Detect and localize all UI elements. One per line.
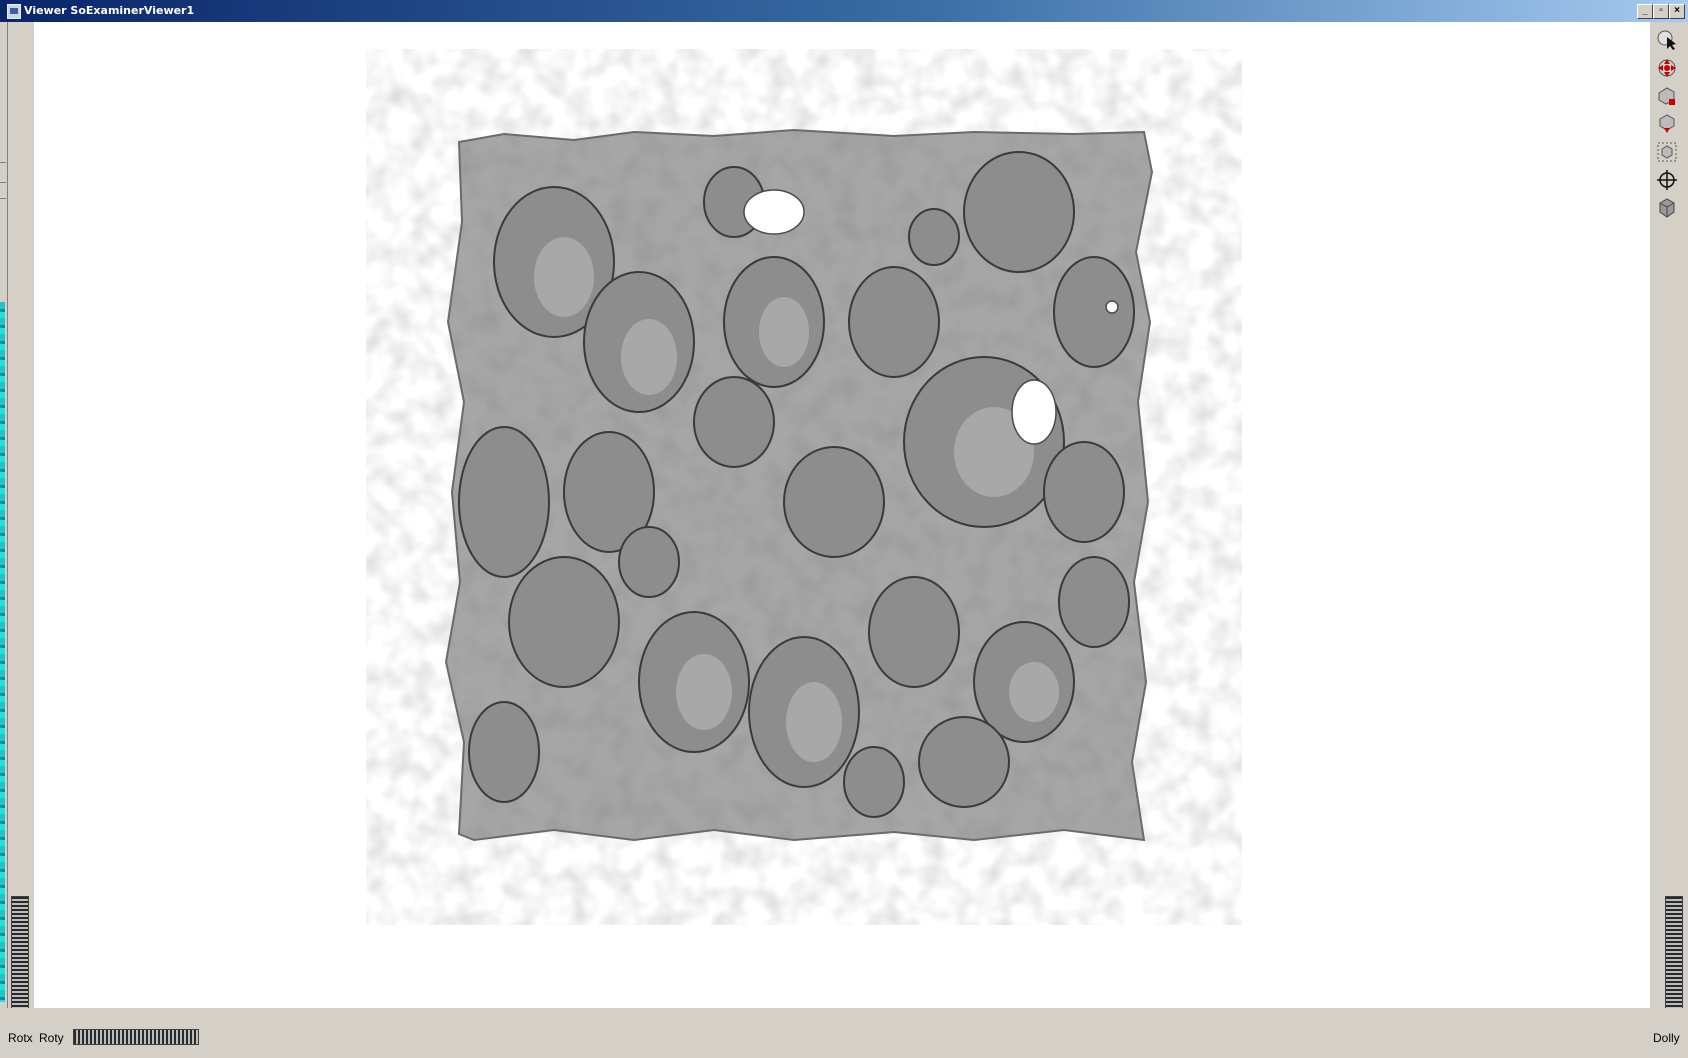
porous-surface-render [439, 122, 1169, 852]
edge-tick [0, 162, 6, 163]
render-viewport[interactable] [34, 22, 1650, 1008]
view-all-icon[interactable] [1654, 140, 1680, 164]
window-title: Viewer SoExaminerViewer1 [24, 4, 195, 17]
rotx-thumbwheel[interactable] [11, 896, 29, 1022]
app-icon [7, 4, 21, 19]
dolly-thumbwheel[interactable] [1665, 896, 1683, 1022]
title-bar: Viewer SoExaminerViewer1 _ ▫ × [0, 0, 1688, 22]
camera-icon[interactable] [1654, 196, 1680, 220]
edge-tick [0, 182, 6, 183]
close-button[interactable]: × [1669, 4, 1685, 19]
minimize-button[interactable]: _ [1637, 4, 1653, 19]
set-home-icon[interactable] [1654, 112, 1680, 136]
roty-thumbwheel[interactable] [73, 1029, 199, 1045]
background-window-sliver [0, 302, 5, 1002]
viewer-window: Viewer SoExaminerViewer1 _ ▫ × Rotx Roty… [0, 0, 1688, 1058]
bottom-bar [0, 1008, 1688, 1058]
left-decoration-panel [0, 22, 34, 1058]
dolly-label: Dolly [1653, 1031, 1680, 1045]
seek-icon[interactable] [1654, 168, 1680, 192]
rotx-label: Rotx [8, 1031, 33, 1045]
roty-label: Roty [39, 1031, 64, 1045]
home-icon[interactable] [1654, 84, 1680, 108]
restore-button[interactable]: ▫ [1653, 4, 1669, 19]
view-hand-icon[interactable] [1654, 56, 1680, 80]
edge-tick [0, 198, 6, 199]
pick-arrow-icon[interactable] [1654, 28, 1680, 52]
